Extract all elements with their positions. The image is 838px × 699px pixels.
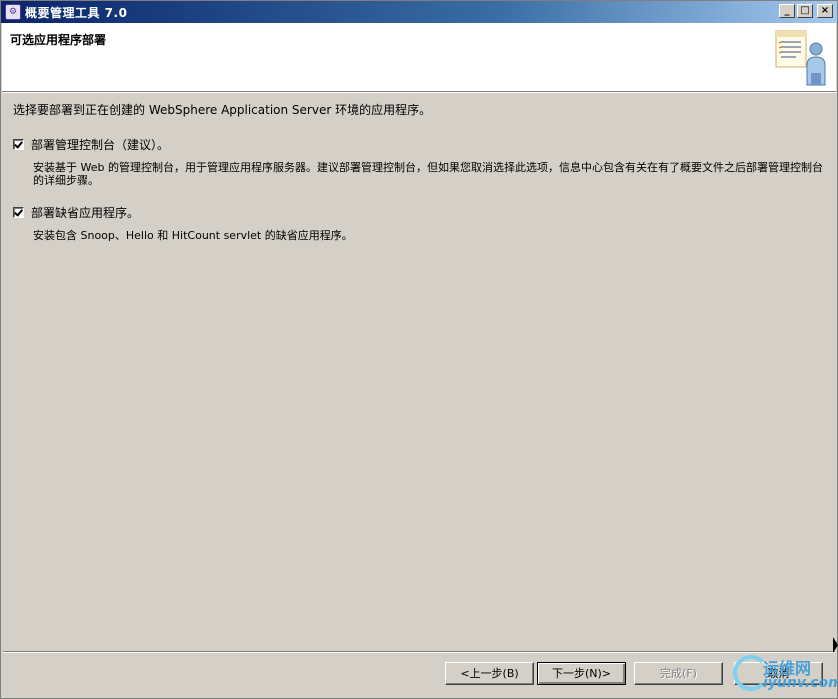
window-controls: _ □ × [779,4,833,18]
default-apps-description: 安装包含 Snoop、Hello 和 HitCount servlet 的缺省应… [33,229,353,242]
admin-console-label[interactable]: 部署管理控制台（建议）。 [31,136,169,153]
admin-console-checkbox[interactable] [13,139,24,150]
header-divider [2,92,836,93]
option-admin-console: 部署管理控制台（建议）。 安装基于 Web 的管理控制台，用于管理应用程序服务器… [13,136,823,187]
watermark-logo: 运维网 iyunv.com [733,653,838,697]
watermark-en: iyunv.com [763,675,838,691]
window-title: 概要管理工具 7.0 [25,5,128,20]
close-button[interactable]: × [817,4,833,18]
default-apps-checkbox[interactable] [13,207,24,218]
mouse-cursor-icon [833,637,838,653]
back-button[interactable]: <上一步(B) [445,662,534,685]
option-default-apps: 部署缺省应用程序。 安装包含 Snoop、Hello 和 HitCount se… [13,204,823,242]
wizard-header: 可选应用程序部署 [2,23,836,92]
admin-console-description: 安装基于 Web 的管理控制台，用于管理应用程序服务器。建议部署管理控制台，但如… [33,161,823,187]
document-person-icon [775,30,826,86]
next-button[interactable]: 下一步(N)> [537,662,626,685]
maximize-button[interactable]: □ [797,4,813,18]
finish-button[interactable]: 完成(F) [634,662,723,685]
minimize-button[interactable]: _ [779,4,795,18]
default-apps-label[interactable]: 部署缺省应用程序。 [31,204,139,221]
title-bar[interactable]: ⚙ 概要管理工具 7.0 _ □ × [1,1,837,23]
wizard-window: ⚙ 概要管理工具 7.0 _ □ × 可选应用程序部署 选择要部署到正在创建的 … [0,0,838,699]
page-title: 可选应用程序部署 [10,33,107,47]
footer-divider [3,651,835,653]
wizard-app-icon: ⚙ [5,4,21,20]
intro-text: 选择要部署到正在创建的 WebSphere Application Server… [13,103,432,117]
